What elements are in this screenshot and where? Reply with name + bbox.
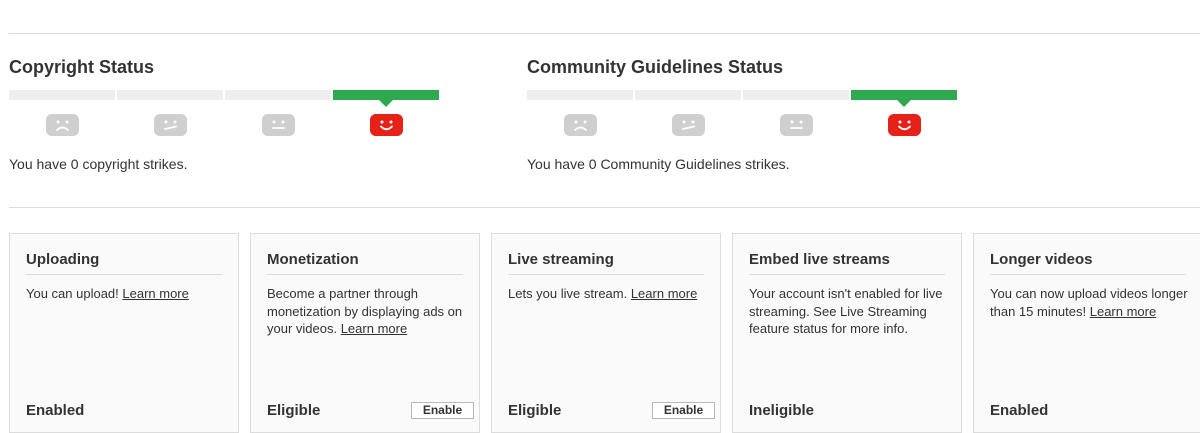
card-title: Monetization — [267, 251, 463, 275]
card-longer-videos: Longer videos You can now upload videos … — [973, 233, 1200, 433]
meter-segment — [635, 90, 741, 100]
meter-segment-active — [851, 90, 957, 100]
card-title: Live streaming — [508, 251, 704, 275]
worried-face-icon — [153, 114, 187, 136]
card-description: You can upload! Learn more — [26, 286, 189, 301]
card-status: Enabled — [990, 402, 1049, 419]
meter-segment — [117, 90, 223, 100]
enable-monetization-button[interactable]: Enable — [411, 402, 474, 419]
card-description: Become a partner through monetization by… — [267, 286, 463, 336]
meter-segment — [743, 90, 849, 100]
neutral-face-icon — [261, 114, 295, 136]
meter-segment — [9, 90, 115, 100]
card-description: Your account isn't enabled for live stre… — [749, 286, 943, 336]
section-divider — [9, 207, 1200, 208]
copyright-status-section: Copyright Status You have 0 copyright st… — [9, 56, 449, 172]
worried-face-icon — [671, 114, 705, 136]
card-description: You can now upload videos longer than 15… — [990, 286, 1188, 319]
copyright-status-title: Copyright Status — [9, 57, 155, 77]
meter-segment-active — [333, 90, 439, 100]
card-title: Longer videos — [990, 251, 1186, 275]
happy-face-icon — [369, 114, 403, 136]
card-status: Ineligible — [749, 402, 815, 419]
card-description: Lets you live stream. Learn more — [508, 286, 698, 301]
learn-more-link[interactable]: Learn more — [631, 286, 697, 301]
community-face-row — [527, 114, 957, 136]
top-divider — [9, 33, 1200, 34]
card-status: Enabled — [26, 402, 85, 419]
card-uploading: Uploading You can upload! Learn more Ena… — [9, 233, 239, 433]
sad-face-icon — [563, 114, 597, 136]
card-status: Eligible — [508, 402, 562, 419]
learn-more-link[interactable]: Learn more — [341, 321, 407, 336]
community-strike-meter — [527, 90, 957, 100]
neutral-face-icon — [779, 114, 813, 136]
card-title: Uploading — [26, 251, 222, 275]
meter-segment — [225, 90, 331, 100]
copyright-strikes-text: You have 0 copyright strikes. — [9, 156, 188, 172]
card-status: Eligible — [267, 402, 321, 419]
happy-face-icon — [887, 114, 921, 136]
learn-more-link[interactable]: Learn more — [122, 286, 188, 301]
learn-more-link[interactable]: Learn more — [1090, 304, 1156, 319]
community-strikes-text: You have 0 Community Guidelines strikes. — [527, 156, 790, 172]
sad-face-icon — [45, 114, 79, 136]
card-monetization: Monetization Become a partner through mo… — [250, 233, 480, 433]
copyright-face-row — [9, 114, 439, 136]
community-status-section: Community Guidelines Status You have 0 C… — [527, 56, 967, 172]
card-live-streaming: Live streaming Lets you live stream. Lea… — [491, 233, 721, 433]
copyright-strike-meter — [9, 90, 439, 100]
enable-live-streaming-button[interactable]: Enable — [652, 402, 715, 419]
community-status-title: Community Guidelines Status — [527, 57, 784, 77]
card-title: Embed live streams — [749, 251, 945, 275]
card-embed-live-streams: Embed live streams Your account isn't en… — [732, 233, 962, 433]
meter-segment — [527, 90, 633, 100]
